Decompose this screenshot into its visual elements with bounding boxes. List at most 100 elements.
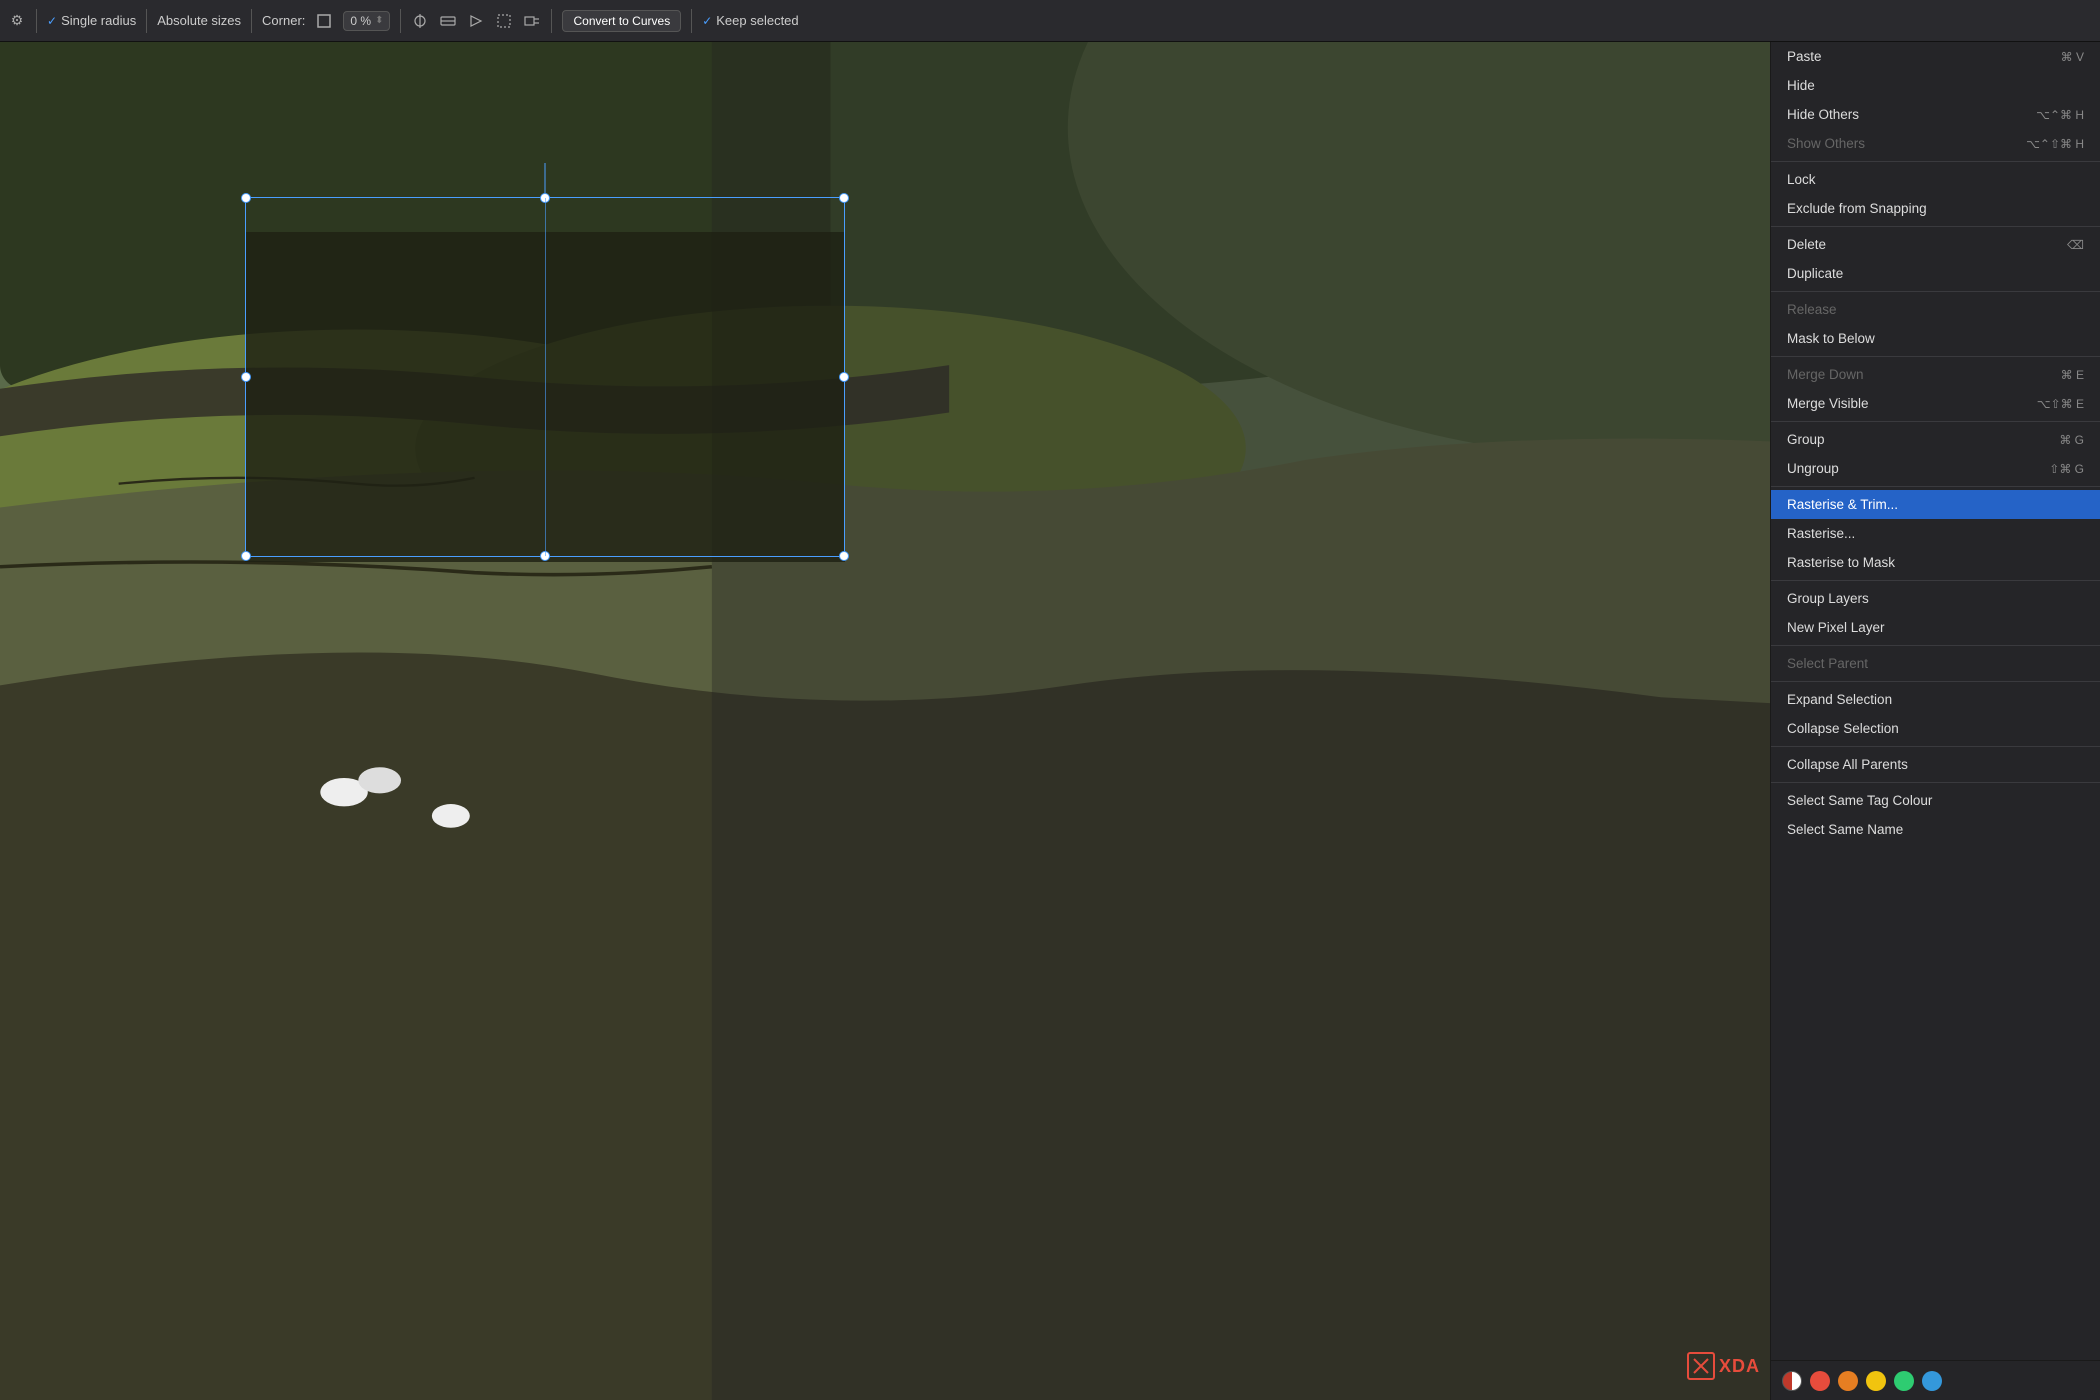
geometry-icon[interactable] [523,12,541,30]
menu-item-rasterise-trim[interactable]: Rasterise & Trim... [1771,490,2100,519]
menu-item-label-hide: Hide [1787,78,1815,93]
menu-item-release: Release [1771,295,2100,324]
menu-separator [1771,291,2100,292]
menu-item-label-delete: Delete [1787,237,1826,252]
menu-item-label-rasterise: Rasterise... [1787,526,1855,541]
menu-item-select-same-name[interactable]: Select Same Name [1771,815,2100,844]
corner-label: Corner: [262,13,305,28]
menu-item-shortcut-delete: ⌫ [2067,238,2084,252]
menu-item-shortcut-group: ⌘ G [2059,433,2084,447]
menu-item-label-group-layers: Group Layers [1787,591,1869,606]
menu-item-collapse-all-parents[interactable]: Collapse All Parents [1771,750,2100,779]
convert-to-curves-button[interactable]: Convert to Curves [562,10,681,32]
keep-selected-checkmark: ✓ [702,14,712,28]
transform-icon[interactable] [495,12,513,30]
flip-icon[interactable] [467,12,485,30]
toolbar-separator-6 [691,9,692,33]
keep-selected-check[interactable]: ✓ Keep selected [702,13,798,28]
menu-item-shortcut-hide-others: ⌥⌃⌘ H [2036,108,2084,122]
toolbar-separator-3 [251,9,252,33]
color-swatches-bar [1770,1360,2100,1400]
menu-item-group[interactable]: Group ⌘ G [1771,425,2100,454]
menu-separator [1771,746,2100,747]
menu-item-merge-down: Merge Down ⌘ E [1771,360,2100,389]
menu-item-merge-visible[interactable]: Merge Visible ⌥⇧⌘ E [1771,389,2100,418]
menu-item-label-expand-selection: Expand Selection [1787,692,1892,707]
swatch-red[interactable] [1810,1371,1830,1391]
menu-item-new-pixel-layer[interactable]: New Pixel Layer [1771,613,2100,642]
menu-separator [1771,356,2100,357]
menu-item-shortcut-show-others: ⌥⌃⇧⌘ H [2026,137,2084,151]
main-area: XDA Paste⌘ V Hide Hide Others ⌥⌃⌘ H Show Oth… [0,42,2100,1400]
absolute-sizes-label: Absolute sizes [157,13,241,28]
swatch-orange[interactable] [1838,1371,1858,1391]
menu-item-label-hide-others: Hide Others [1787,107,1859,122]
toolbar-separator-2 [146,9,147,33]
xda-icon [1687,1352,1715,1380]
menu-item-hide-others[interactable]: Hide Others ⌥⌃⌘ H [1771,100,2100,129]
menu-item-select-parent: Select Parent [1771,649,2100,678]
menu-item-label-mask-to-below: Mask to Below [1787,331,1875,346]
menu-item-label-release: Release [1787,302,1837,317]
menu-separator [1771,421,2100,422]
keep-selected-label: Keep selected [716,13,798,28]
menu-item-exclude-from-snapping[interactable]: Exclude from Snapping [1771,194,2100,223]
menu-separator [1771,681,2100,682]
menu-item-group-layers[interactable]: Group Layers [1771,584,2100,613]
single-radius-label: Single radius [61,13,136,28]
menu-item-label-rasterise-trim: Rasterise & Trim... [1787,497,1898,512]
menu-item-rasterise[interactable]: Rasterise... [1771,519,2100,548]
toolbar-separator-4 [400,9,401,33]
menu-item-label-new-pixel-layer: New Pixel Layer [1787,620,1885,635]
toolbar-separator-1 [36,9,37,33]
menu-item-label-collapse-all-parents: Collapse All Parents [1787,757,1908,772]
swatch-yellow[interactable] [1866,1371,1886,1391]
menu-item-label-lock: Lock [1787,172,1816,187]
single-radius-check[interactable]: ✓ Single radius [47,13,136,28]
toolbar-gear[interactable]: ⚙ [8,12,26,30]
corner-percent-input[interactable]: 0 % ⬍ [343,11,390,31]
menu-separator [1771,645,2100,646]
gear-icon: ⚙ [8,12,26,30]
menu-item-shortcut-merge-down: ⌘ E [2061,368,2084,382]
menu-item-mask-to-below[interactable]: Mask to Below [1771,324,2100,353]
menu-item-label-select-same-tag-colour: Select Same Tag Colour [1787,793,1932,808]
xda-watermark: XDA [1687,1352,1760,1380]
menu-item-label-rasterise-to-mask: Rasterise to Mask [1787,555,1895,570]
menu-separator [1771,486,2100,487]
swatch-blue[interactable] [1922,1371,1942,1391]
menu-item-label-paste: Paste [1787,49,1822,64]
menu-item-select-same-tag-colour[interactable]: Select Same Tag Colour [1771,786,2100,815]
menu-item-label-exclude-from-snapping: Exclude from Snapping [1787,201,1927,216]
menu-item-show-others: Show Others ⌥⌃⇧⌘ H [1771,129,2100,158]
menu-item-label-show-others: Show Others [1787,136,1865,151]
menu-separator [1771,782,2100,783]
menu-item-label-merge-visible: Merge Visible [1787,396,1869,411]
menu-item-expand-selection[interactable]: Expand Selection [1771,685,2100,714]
swatch-dual[interactable] [1782,1371,1802,1391]
toolbar: ⚙ ✓ Single radius Absolute sizes Corner:… [0,0,2100,42]
menu-item-rasterise-to-mask[interactable]: Rasterise to Mask [1771,548,2100,577]
swatch-green[interactable] [1894,1371,1914,1391]
align-icon-2[interactable] [439,12,457,30]
menu-item-label-merge-down: Merge Down [1787,367,1864,382]
menu-item-label-ungroup: Ungroup [1787,461,1839,476]
menu-item-lock[interactable]: Lock [1771,165,2100,194]
context-menu: Paste⌘ V Hide Hide Others ⌥⌃⌘ H Show Others ⌥… [1770,42,2100,1400]
menu-item-shortcut-merge-visible: ⌥⇧⌘ E [2037,397,2084,411]
menu-item-paste[interactable]: Paste⌘ V [1771,42,2100,71]
menu-item-delete[interactable]: Delete ⌫ [1771,230,2100,259]
menu-item-ungroup[interactable]: Ungroup ⇧⌘ G [1771,454,2100,483]
menu-item-collapse-selection[interactable]: Collapse Selection [1771,714,2100,743]
checkmark-icon: ✓ [47,14,57,28]
menu-separator [1771,580,2100,581]
menu-item-hide[interactable]: Hide [1771,71,2100,100]
menu-item-label-group: Group [1787,432,1825,447]
align-icon-1[interactable] [411,12,429,30]
chevron-up-down-icon: ⬍ [375,15,383,26]
corner-type-icon-1[interactable] [315,12,333,30]
menu-item-label-duplicate: Duplicate [1787,266,1843,281]
menu-item-label-select-parent: Select Parent [1787,656,1868,671]
menu-item-shortcut-ungroup: ⇧⌘ G [2049,462,2084,476]
menu-item-duplicate[interactable]: Duplicate [1771,259,2100,288]
